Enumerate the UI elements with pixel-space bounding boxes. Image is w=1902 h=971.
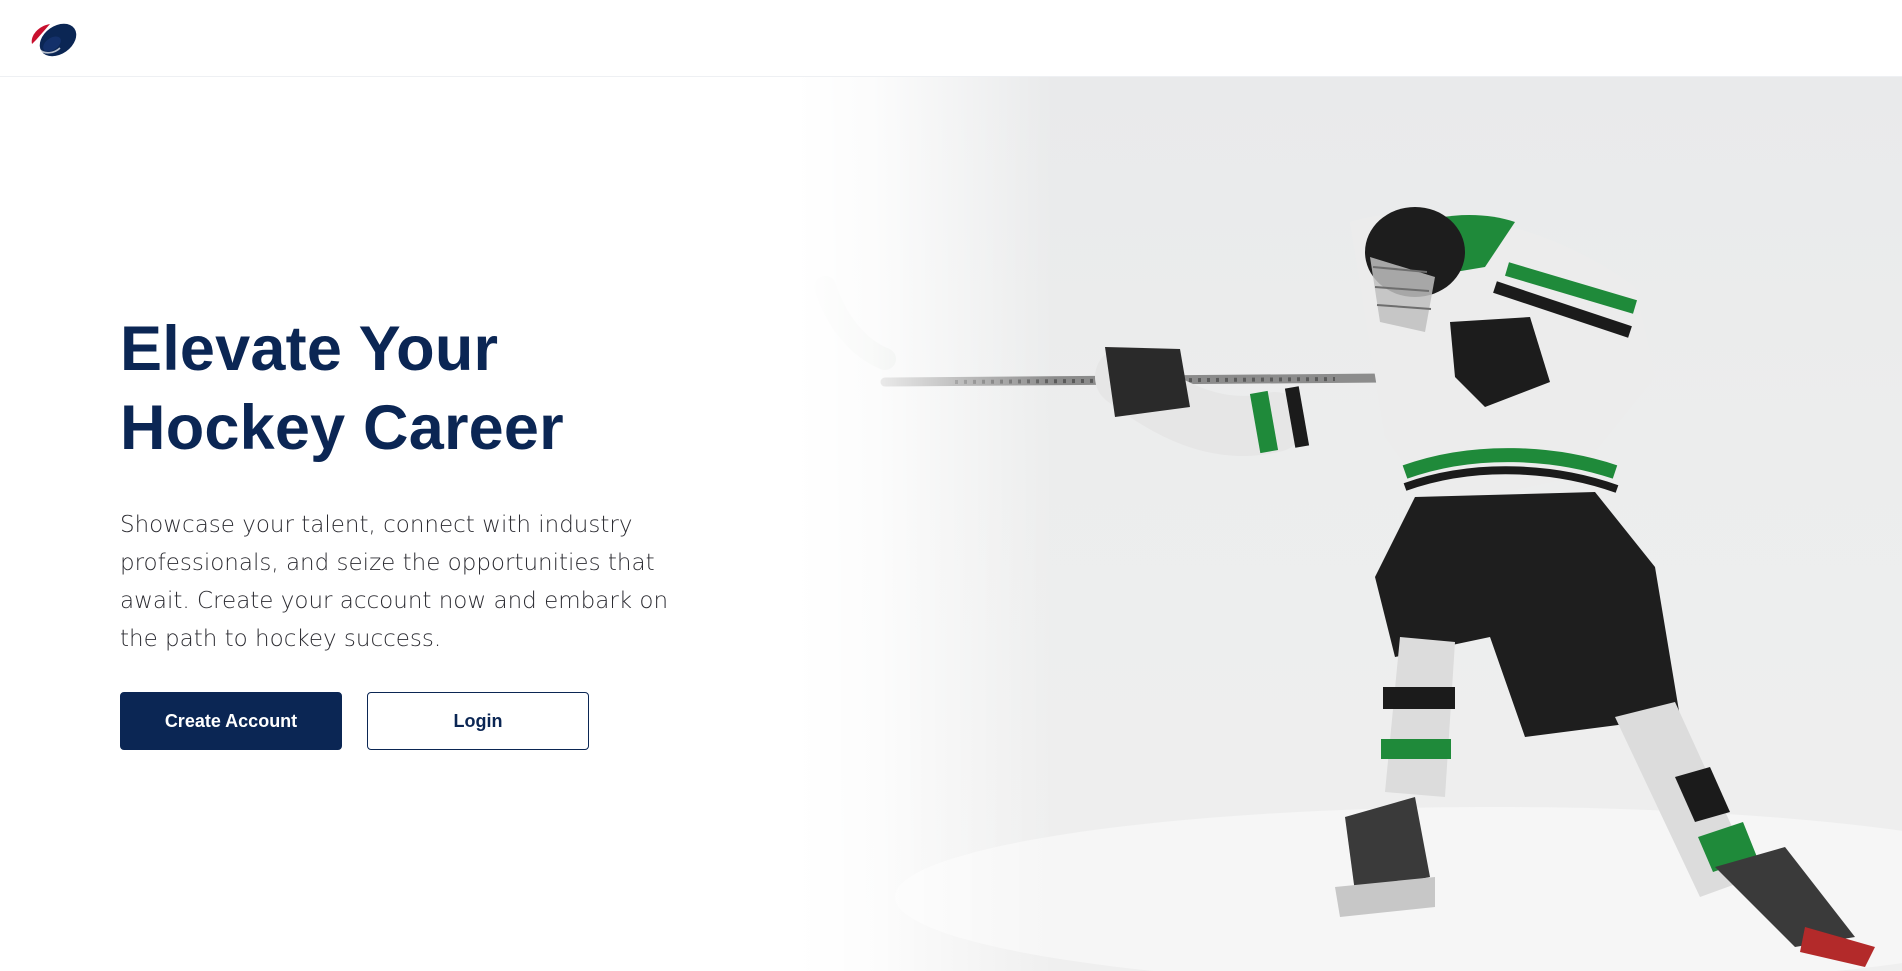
hero-title-line2: Hockey Career (120, 393, 564, 463)
hero-title-line1: Elevate Your (120, 314, 499, 384)
login-button[interactable]: Login (367, 692, 589, 750)
top-navbar (0, 0, 1902, 77)
hero-hockey-player-image (795, 77, 1902, 971)
hero-title: Elevate Your Hockey Career (120, 310, 680, 468)
hero-content: Elevate Your Hockey Career Showcase your… (120, 310, 680, 750)
hero-actions: Create Account Login (120, 692, 589, 750)
hero-description: Showcase your talent, connect with indus… (120, 512, 669, 652)
create-account-button[interactable]: Create Account (120, 692, 342, 750)
hockey-puck-logo-icon[interactable] (28, 14, 82, 64)
image-fade-overlay (795, 77, 1055, 971)
